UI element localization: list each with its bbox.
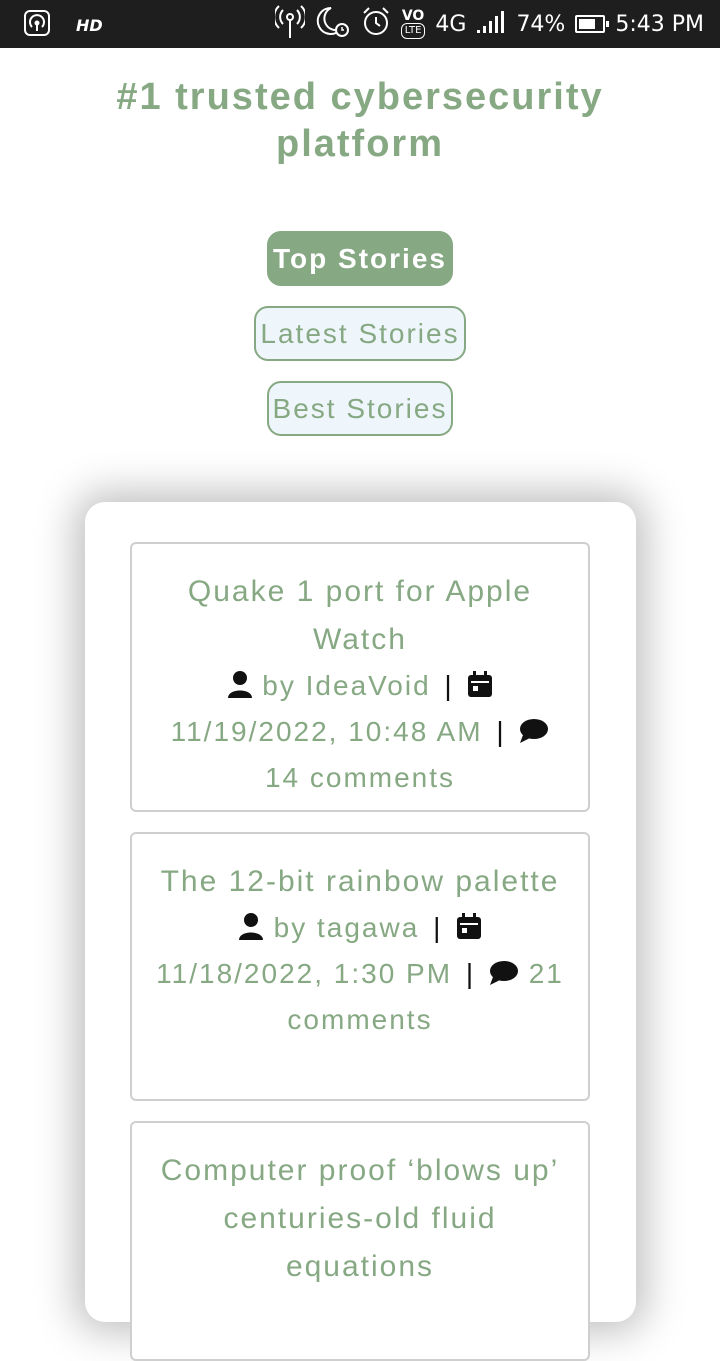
story-date: 11/18/2022, 1:30 PM [156,958,453,989]
user-icon [238,909,264,952]
story-author[interactable]: by IdeaVoid [262,670,430,701]
hotspot-icon [24,10,50,40]
network-type: 4G [435,11,467,37]
broadcast-icon [272,5,307,43]
story-nav: Top Stories Latest Stories Best Stories [0,231,720,456]
story-date: 11/19/2022, 10:48 AM [170,716,483,747]
latest-stories-button[interactable]: Latest Stories [254,306,466,361]
stories-card: Quake 1 port for Apple Watch by IdeaVoid… [85,502,636,1361]
best-stories-button[interactable]: Best Stories [266,381,454,436]
meta-separator: | [433,912,443,943]
story-title[interactable]: Quake 1 port for Apple Watch [150,568,570,664]
meta-separator: | [444,670,454,701]
volte-icon: VO LTE [400,8,426,39]
clock-time: 5:43 PM [615,11,704,37]
hd-label: HD [76,15,103,35]
story-item[interactable]: Quake 1 port for Apple Watch by IdeaVoid… [130,542,590,812]
story-meta: by IdeaVoid | 11/19/2022, 10:48 AM | 14 … [150,664,570,799]
comment-icon [519,713,549,756]
volte-label: VO [401,8,425,24]
page-title: #1 trusted cybersecurity platform [116,76,604,165]
lte-label: LTE [400,23,426,39]
signal-icon [476,10,506,38]
meta-separator: | [496,716,506,747]
top-stories-button[interactable]: Top Stories [267,231,453,286]
battery-fill [579,19,596,29]
user-icon [227,667,253,710]
story-author[interactable]: by tagawa [274,912,420,943]
comment-icon [489,955,519,998]
alarm-icon [361,6,391,42]
story-item[interactable]: The 12-bit rainbow palette by tagawa | 1… [130,832,590,1101]
calendar-icon [467,667,493,710]
calendar-icon [456,909,482,952]
story-item[interactable]: Computer proof ‘blows up’ centuries-old … [130,1121,590,1361]
battery-percent: 74% [516,11,566,37]
story-meta: by tagawa | 11/18/2022, 1:30 PM | 21 com… [150,906,570,1041]
story-title[interactable]: The 12-bit rainbow palette [150,858,570,906]
battery-icon [575,15,610,33]
story-comments[interactable]: 14 comments [265,762,455,793]
story-title[interactable]: Computer proof ‘blows up’ centuries-old … [150,1147,570,1291]
moon-clock-icon [315,5,351,43]
meta-separator: | [465,958,476,989]
status-bar: HD VO LTE 4G 74% 5:43 PM [0,0,720,48]
